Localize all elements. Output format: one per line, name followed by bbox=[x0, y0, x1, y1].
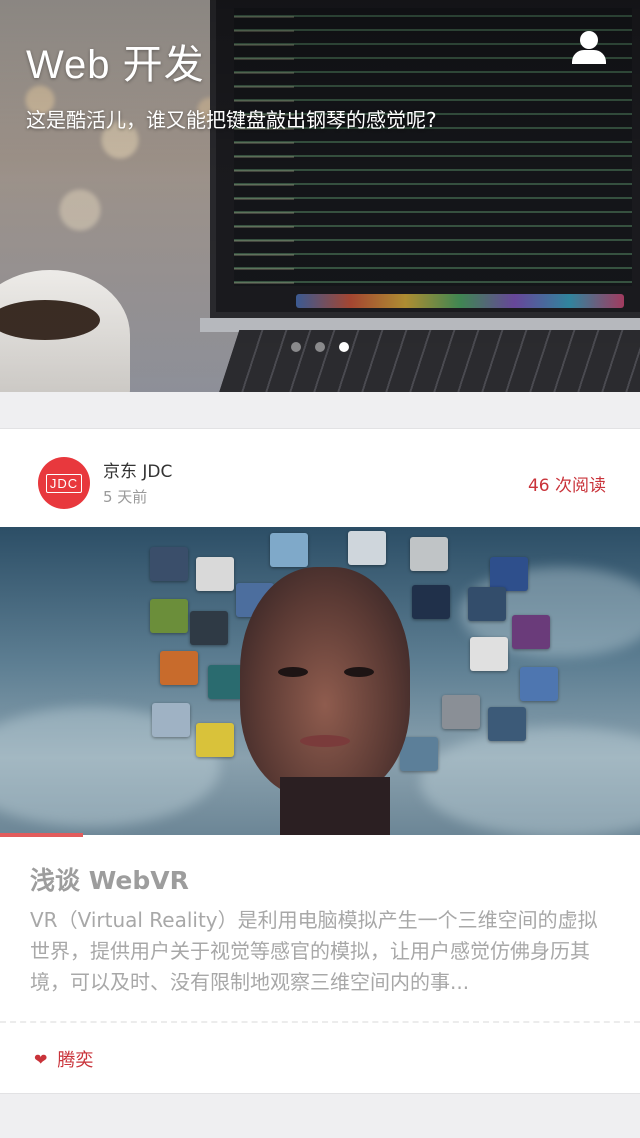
article-cover-image[interactable] bbox=[0, 527, 640, 835]
cover-tile bbox=[512, 615, 550, 649]
cover-tile bbox=[410, 537, 448, 571]
cover-tile bbox=[348, 531, 386, 565]
author-name[interactable]: 京东 JDC bbox=[103, 457, 172, 482]
author-row[interactable]: JDC 京东 JDC 5 天前 46 次阅读 bbox=[0, 429, 640, 527]
article-title[interactable]: 浅谈 WebVR bbox=[30, 861, 189, 897]
article-tag[interactable]: ❤ 腾奕 bbox=[34, 1046, 93, 1072]
cover-tile bbox=[412, 585, 450, 619]
cover-tile bbox=[196, 723, 234, 757]
user-icon-body bbox=[572, 50, 606, 64]
page-subtitle: 这是酷活儿，谁又能把键盘敲出钢琴的感觉呢? bbox=[26, 108, 437, 132]
cover-tile bbox=[400, 737, 438, 771]
cover-tile bbox=[190, 611, 228, 645]
user-icon-head bbox=[580, 31, 598, 49]
cover-face-eye bbox=[344, 667, 374, 677]
heart-icon: ❤ bbox=[34, 1049, 48, 1069]
cover-tile bbox=[468, 587, 506, 621]
avatar-logo: JDC bbox=[45, 473, 83, 493]
carousel-dot[interactable] bbox=[291, 342, 301, 352]
cover-face-lips bbox=[300, 735, 350, 747]
cover-tile bbox=[150, 547, 188, 581]
article-card[interactable]: JDC 京东 JDC 5 天前 46 次阅读 浅谈 WebVR VR（Virtu… bbox=[0, 428, 640, 1094]
cover-tile bbox=[196, 557, 234, 591]
cover-tile bbox=[490, 557, 528, 591]
cover-tile bbox=[152, 703, 190, 737]
card-divider bbox=[0, 1021, 640, 1023]
cover-face-eye bbox=[278, 667, 308, 677]
cover-tile bbox=[160, 651, 198, 685]
cover-tile bbox=[270, 533, 308, 567]
article-excerpt[interactable]: VR（Virtual Reality）是利用电脑模拟产生一个三维空间的虚拟世界，… bbox=[30, 905, 615, 998]
cover-face bbox=[240, 567, 410, 797]
page-title: Web 开发 bbox=[26, 43, 205, 87]
tag-label: 腾奕 bbox=[57, 1050, 94, 1071]
cover-tile bbox=[488, 707, 526, 741]
avatar[interactable]: JDC bbox=[38, 457, 90, 509]
cover-cloud bbox=[420, 727, 640, 835]
hero-banner[interactable]: Web 开发 这是酷活儿，谁又能把键盘敲出钢琴的感觉呢? bbox=[0, 0, 640, 392]
read-count: 46 次阅读 bbox=[527, 476, 606, 496]
cover-progress-bar bbox=[0, 833, 84, 837]
cover-tile bbox=[520, 667, 558, 701]
cover-tile bbox=[442, 695, 480, 729]
carousel-dot-active[interactable] bbox=[339, 342, 349, 352]
carousel-indicator bbox=[0, 342, 640, 352]
carousel-dot[interactable] bbox=[315, 342, 325, 352]
post-time: 5 天前 bbox=[103, 488, 148, 506]
cover-tile bbox=[150, 599, 188, 633]
cover-neck bbox=[280, 777, 390, 835]
user-icon[interactable] bbox=[568, 28, 610, 70]
cover-tile bbox=[470, 637, 508, 671]
